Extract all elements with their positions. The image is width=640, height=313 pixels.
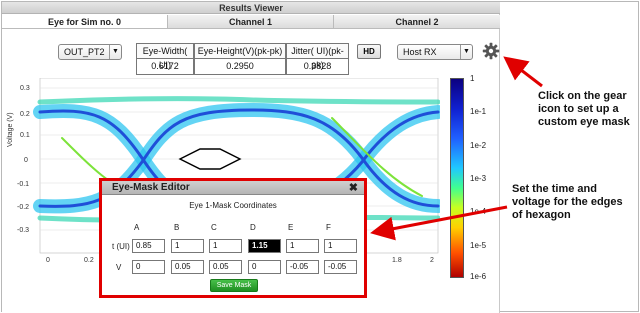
arrow-to-editor xyxy=(370,205,508,241)
editor-annotation: Set the time and voltage for the edges o… xyxy=(512,183,623,221)
screenshot-frame: Results Viewer Eye for Sim no. 0 Channel… xyxy=(1,1,639,313)
annotation-arrows xyxy=(370,56,543,241)
gear-annotation: Click on the gear icon to set up a custo… xyxy=(538,90,630,128)
arrow-to-gear xyxy=(503,56,543,88)
